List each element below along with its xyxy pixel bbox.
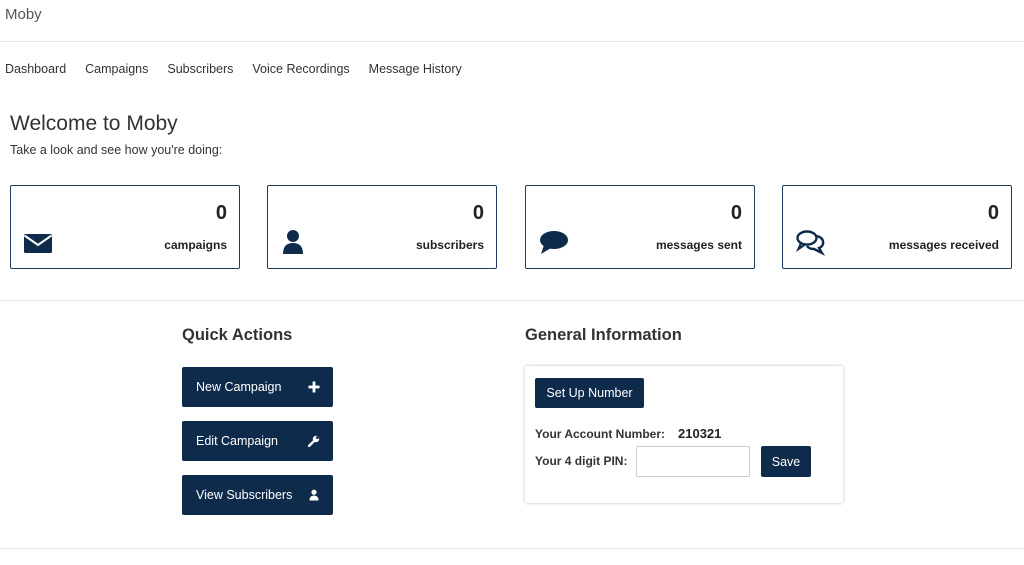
stat-label: messages received (888, 238, 999, 252)
stat-card-subscribers: 0 subscribers (267, 185, 497, 269)
view-subscribers-button[interactable]: View Subscribers (182, 475, 333, 515)
comments-icon (796, 230, 826, 256)
button-label: Edit Campaign (196, 434, 278, 448)
user-icon (309, 489, 319, 501)
stat-value: 0 (472, 202, 484, 224)
footer-divider (0, 548, 1024, 549)
nav-item-campaigns[interactable]: Campaigns (85, 62, 148, 76)
stat-card-messages-received: 0 messages received (782, 185, 1012, 269)
plus-icon (308, 381, 320, 393)
general-information-panel: Set Up Number Your Account Number: 21032… (525, 366, 843, 503)
nav-item-dashboard[interactable]: Dashboard (5, 62, 66, 76)
user-icon (283, 230, 303, 254)
set-up-number-button[interactable]: Set Up Number (535, 378, 644, 408)
pin-input[interactable] (636, 446, 750, 477)
quick-actions-title: Quick Actions (182, 326, 293, 344)
pin-label: Your 4 digit PIN: (535, 454, 628, 468)
save-button[interactable]: Save (761, 446, 811, 477)
wrench-icon (308, 435, 320, 447)
general-information-title: General Information (525, 326, 682, 344)
comment-icon (540, 231, 568, 254)
envelope-icon (23, 234, 53, 253)
stat-value: 0 (987, 202, 999, 224)
page-subtitle: Take a look and see how you're doing: (10, 143, 223, 157)
stat-label: subscribers (415, 238, 484, 252)
stat-card-messages-sent: 0 messages sent (525, 185, 755, 269)
stat-value: 0 (215, 202, 227, 224)
stat-label: messages sent (655, 238, 742, 252)
stat-value: 0 (730, 202, 742, 224)
header-divider (0, 41, 1024, 42)
nav-item-subscribers[interactable]: Subscribers (167, 62, 233, 76)
account-number-value: 210321 (678, 426, 722, 441)
section-divider (0, 300, 1024, 301)
new-campaign-button[interactable]: New Campaign (182, 367, 333, 407)
main-nav: Dashboard Campaigns Subscribers Voice Re… (5, 62, 462, 76)
stat-card-campaigns: 0 campaigns (10, 185, 240, 269)
account-number-label: Your Account Number: (535, 427, 666, 441)
app-brand[interactable]: Moby (5, 6, 42, 23)
button-label: View Subscribers (196, 488, 293, 502)
nav-item-voice-recordings[interactable]: Voice Recordings (252, 62, 349, 76)
button-label: New Campaign (196, 380, 282, 394)
nav-item-message-history[interactable]: Message History (369, 62, 462, 76)
page-title: Welcome to Moby (10, 112, 178, 135)
edit-campaign-button[interactable]: Edit Campaign (182, 421, 333, 461)
stat-label: campaigns (164, 238, 227, 252)
